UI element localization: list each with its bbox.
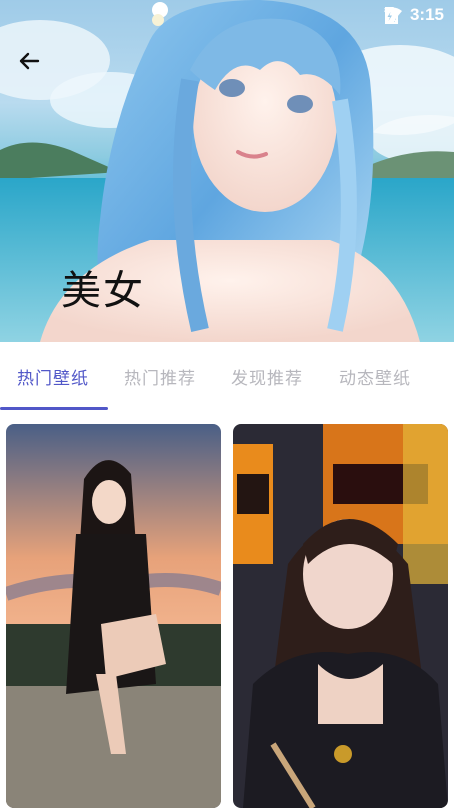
tab-live-wallpapers[interactable]: 动态壁纸	[339, 364, 411, 389]
status-time: 3:15	[409, 5, 444, 24]
arrow-left-icon	[19, 52, 40, 70]
page-title: 美女	[61, 268, 145, 314]
battery-charging-icon	[385, 7, 394, 24]
wallpaper-card[interactable]	[6, 424, 221, 808]
category-tabs: 热门壁纸 热门推荐 发现推荐 动态壁纸	[0, 342, 454, 412]
header-banner: 3:15 美女	[0, 0, 454, 342]
tab-discover[interactable]: 发现推荐	[231, 364, 303, 389]
wallpaper-card[interactable]	[233, 424, 448, 808]
tab-hot-wallpapers[interactable]: 热门壁纸	[17, 364, 89, 389]
tab-indicator	[0, 407, 108, 410]
status-bar: 3:15	[0, 0, 454, 32]
back-button[interactable]	[18, 50, 52, 84]
tab-hot-recommend[interactable]: 热门推荐	[124, 364, 196, 389]
wallpaper-thumbnail-arcade	[233, 424, 448, 808]
wallpaper-thumbnail-sunset	[6, 424, 221, 808]
